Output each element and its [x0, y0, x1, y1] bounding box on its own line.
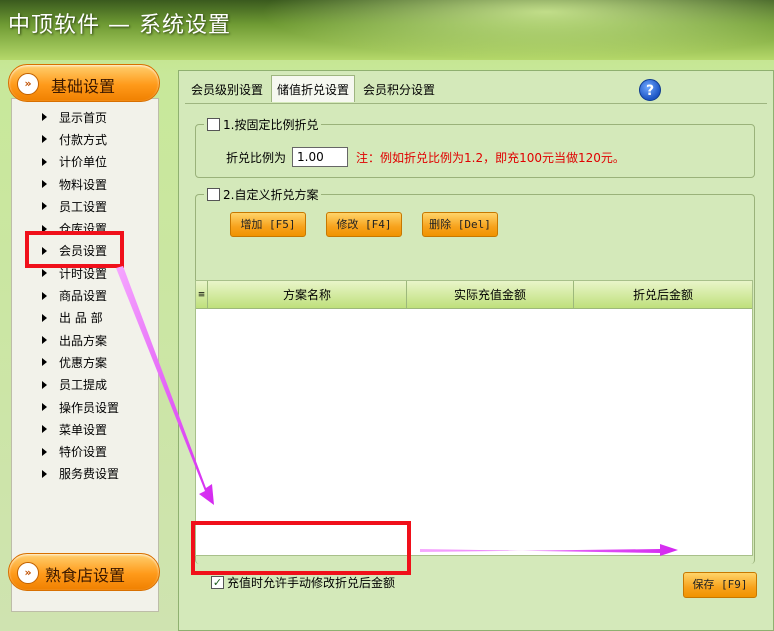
row-indicator-icon: ≡	[196, 281, 208, 308]
sidebar-item-label: 菜单设置	[59, 422, 108, 437]
sidebar-item-16[interactable]: 服务费设置	[20, 463, 140, 485]
sidebar-item-label: 计价单位	[59, 155, 108, 170]
allow-manual-row: ✓ 充值时允许手动修改折兑后金额	[211, 574, 395, 591]
fixed-ratio-group: 1.按固定比例折兑 折兑比例为 注：例如折兑比例为1.2，即充100元当做120…	[195, 116, 755, 178]
sidebar-item-9[interactable]: 出 品 部	[20, 307, 140, 329]
sidebar-item-label: 优惠方案	[59, 355, 108, 370]
sidebar-item-10[interactable]: 出品方案	[20, 329, 140, 351]
group-deli-settings-label: 熟食店设置	[45, 566, 126, 585]
triangle-right-icon	[42, 380, 47, 389]
triangle-right-icon	[42, 403, 47, 411]
tab-member-points[interactable]: 会员积分设置	[357, 77, 441, 101]
sidebar-item-2[interactable]: 计价单位	[20, 151, 140, 173]
allow-manual-label: 充值时允许手动修改折兑后金额	[227, 576, 396, 590]
group-deli-settings[interactable]: » 熟食店设置	[8, 553, 160, 591]
custom-plan-legend-text: 2.自定义折兑方案	[223, 188, 319, 202]
triangle-right-icon	[42, 447, 47, 456]
help-icon[interactable]: ?	[639, 79, 661, 101]
title-glow	[260, 0, 774, 60]
custom-plan-checkbox[interactable]	[207, 188, 220, 201]
sidebar-item-label: 付款方式	[59, 132, 108, 147]
sidebar-item-14[interactable]: 菜单设置	[20, 418, 140, 440]
sidebar-item-13[interactable]: 操作员设置	[20, 396, 140, 418]
custom-plan-legend: 2.自定义折兑方案	[204, 186, 322, 203]
save-button[interactable]: 保存 [F9]	[683, 572, 757, 598]
plan-table[interactable]: ≡ 方案名称 实际充值金额 折兑后金额	[195, 280, 753, 556]
ratio-label: 折兑比例为	[226, 150, 287, 165]
tab-member-level[interactable]: 会员级别设置	[185, 77, 269, 101]
sidebar-item-label: 员工设置	[59, 199, 108, 214]
triangle-right-icon	[42, 157, 47, 166]
add-button[interactable]: 增加 [F5]	[230, 212, 306, 237]
sidebar-item-15[interactable]: 特价设置	[20, 440, 140, 462]
ratio-note: 注：例如折兑比例为1.2，即充100元当做120元。	[356, 150, 625, 165]
edit-button[interactable]: 修改 [F4]	[326, 212, 402, 237]
sidebar-item-11[interactable]: 优惠方案	[20, 351, 140, 373]
tab-stored-value-discount[interactable]: 储值折兑设置	[271, 75, 356, 102]
sidebar-item-label: 显示首页	[59, 110, 108, 125]
sidebar-item-3[interactable]: 物料设置	[20, 173, 140, 195]
fixed-ratio-legend-text: 1.按固定比例折兑	[223, 118, 319, 132]
column-header-actual-amount[interactable]: 实际充值金额	[407, 281, 574, 308]
triangle-right-icon	[42, 425, 47, 434]
sidebar-item-label: 服务费设置	[59, 467, 120, 482]
ratio-input[interactable]	[292, 147, 349, 167]
sidebar-item-label: 出品方案	[59, 333, 108, 348]
double-chevron-icon: »	[17, 562, 39, 584]
sidebar-item-label: 物料设置	[59, 177, 108, 192]
plan-table-header: ≡ 方案名称 实际充值金额 折兑后金额	[196, 281, 752, 309]
sidebar: » 基础设置 显示首页 付款方式 计价单位 物料设置 员工设置 仓库设置 会员设…	[8, 64, 160, 631]
triangle-right-icon	[42, 113, 47, 122]
highlight-allow-manual	[191, 521, 411, 575]
sidebar-item-label: 操作员设置	[59, 400, 120, 415]
fixed-ratio-legend: 1.按固定比例折兑	[204, 116, 322, 133]
triangle-right-icon	[42, 358, 47, 367]
sidebar-nav-list: 显示首页 付款方式 计价单位 物料设置 员工设置 仓库设置 会员设置 计时设置 …	[20, 106, 140, 485]
fixed-ratio-checkbox[interactable]	[207, 118, 220, 131]
window-title: 中顶软件 — 系统设置	[8, 13, 231, 38]
tab-bar: 会员级别设置 储值折兑设置 会员积分设置	[185, 75, 443, 103]
delete-button[interactable]: 删除 [Del]	[422, 212, 498, 237]
sidebar-item-12[interactable]: 员工提成	[20, 374, 140, 396]
column-header-plan-name[interactable]: 方案名称	[208, 281, 407, 308]
triangle-right-icon	[42, 180, 47, 189]
triangle-right-icon	[42, 336, 47, 345]
highlight-member-settings	[25, 231, 124, 268]
title-bar: 中顶软件 — 系统设置	[0, 0, 774, 60]
sidebar-item-label: 特价设置	[59, 445, 108, 460]
triangle-right-icon	[42, 135, 47, 144]
group-basic-settings[interactable]: » 基础设置	[8, 64, 160, 102]
triangle-right-icon	[42, 313, 47, 322]
double-chevron-icon: »	[17, 73, 39, 95]
sidebar-item-0[interactable]: 显示首页	[20, 106, 140, 128]
group-basic-settings-label: 基础设置	[51, 77, 116, 96]
sidebar-item-label: 出 品 部	[59, 311, 103, 326]
sidebar-item-8[interactable]: 商品设置	[20, 284, 140, 306]
triangle-right-icon	[42, 469, 47, 478]
sidebar-item-4[interactable]: 员工设置	[20, 195, 140, 217]
sidebar-item-label: 员工提成	[59, 378, 108, 393]
allow-manual-checkbox[interactable]: ✓	[211, 576, 224, 589]
triangle-right-icon	[42, 202, 47, 211]
sidebar-item-label: 商品设置	[59, 289, 108, 304]
ratio-row: 折兑比例为 注：例如折兑比例为1.2，即充100元当做120元。	[226, 147, 625, 167]
triangle-right-icon	[42, 291, 47, 300]
sidebar-item-1[interactable]: 付款方式	[20, 128, 140, 150]
triangle-right-icon	[42, 269, 47, 278]
column-header-converted-amount[interactable]: 折兑后金额	[574, 281, 752, 308]
